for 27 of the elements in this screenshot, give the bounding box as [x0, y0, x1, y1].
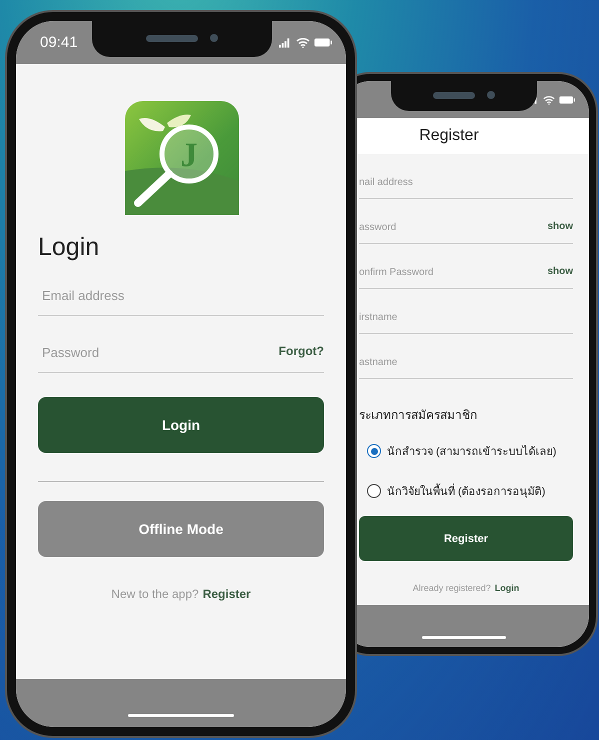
register-button[interactable]: Register	[359, 516, 573, 561]
radio-button[interactable]	[367, 444, 381, 458]
login-button[interactable]: Login	[38, 397, 324, 453]
radio-label[interactable]: นักสำรวจ (สามารถเข้าระบบได้เลย)	[387, 442, 556, 460]
forgot-link[interactable]: Forgot?	[278, 344, 324, 358]
input-field[interactable]: irstname	[359, 302, 573, 334]
radio-label[interactable]: นักวิจัยในพื้นที่ (ต้องรอการอนุมัติ)	[387, 482, 546, 500]
wifi-icon	[543, 94, 555, 104]
screen-title: Register	[419, 127, 479, 145]
battery-icon	[314, 38, 332, 47]
input-field[interactable]: astname	[359, 347, 573, 379]
input-field[interactable]: Email address	[38, 276, 324, 316]
radio-button[interactable]	[367, 484, 381, 498]
offline-mode-button[interactable]: Offline Mode	[38, 501, 324, 557]
show-link[interactable]: show	[547, 266, 573, 277]
register-link[interactable]: Register	[202, 587, 251, 601]
footer-text: Already registered?	[412, 583, 491, 593]
login-link[interactable]: Login	[494, 583, 520, 593]
footer-text: New to the app?	[111, 587, 199, 601]
battery-icon	[559, 96, 575, 104]
show-link[interactable]: show	[547, 221, 573, 232]
app-logo: J	[125, 101, 239, 215]
section-label: ระเภทการสมัครสมาชิก	[359, 407, 478, 424]
input-field[interactable]: nail address	[359, 167, 573, 199]
status-time: 09:41	[40, 34, 78, 51]
screen-title: Login	[38, 233, 100, 262]
wifi-icon	[296, 37, 310, 48]
